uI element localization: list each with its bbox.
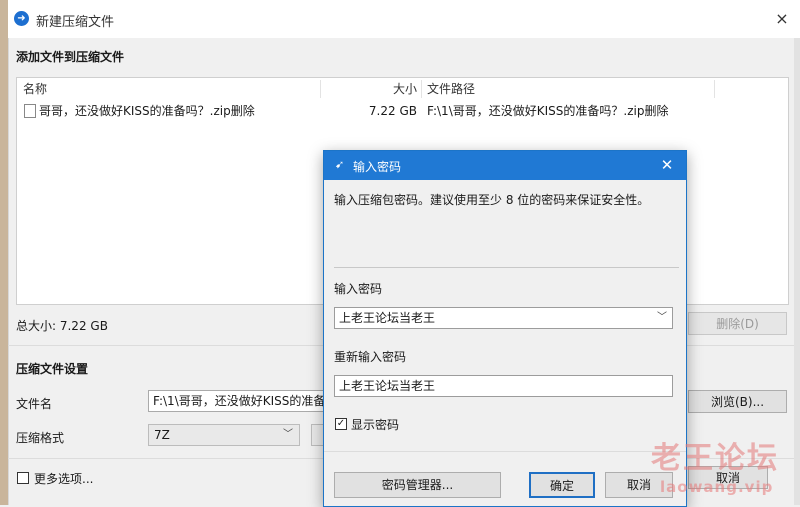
file-row-path: F:\1\哥哥，还没做好KISS的准备吗？.zip删除 [427, 104, 669, 118]
browse-button[interactable]: 浏览(B)... [688, 390, 787, 413]
filename-label: 文件名 [16, 397, 53, 411]
more-options-label[interactable]: 更多选项... [34, 470, 93, 487]
format-label: 压缩格式 [16, 431, 65, 445]
column-name[interactable]: 名称 [23, 78, 47, 100]
background-strip [0, 0, 8, 505]
column-separator [421, 80, 422, 98]
filename-input[interactable]: F:\1\哥哥，还没做好KISS的准备吗？.zip删除 [148, 390, 328, 412]
total-size: 总大小: 7.22 GB [16, 319, 108, 333]
file-icon [24, 104, 36, 118]
app-icon: ➜ [14, 11, 29, 26]
file-row-name[interactable]: 哥哥，还没做好KISS的准备吗？.zip删除 [39, 102, 255, 120]
column-path[interactable]: 文件路径 [427, 78, 475, 100]
reenter-password-input[interactable]: 上老王论坛当老王 [334, 375, 673, 397]
chevron-down-icon: ﹀ [283, 429, 293, 440]
password-input[interactable]: 上老王论坛当老王 ﹀ [334, 307, 673, 329]
show-password-label[interactable]: 显示密码 [351, 416, 399, 433]
dialog-footer-divider [324, 451, 686, 452]
dialog-description: 输入压缩包密码。建议使用至少 8 位的密码来保证安全性。 [334, 193, 650, 207]
password-label: 输入密码 [334, 282, 383, 296]
reenter-label: 重新输入密码 [334, 350, 407, 364]
close-icon[interactable]: × [770, 7, 794, 31]
settings-section-title: 压缩文件设置 [16, 362, 89, 376]
watermark-title: 老王论坛 [651, 441, 779, 476]
format-select[interactable]: 7Z ﹀ [148, 424, 300, 446]
window-edge [794, 38, 800, 505]
ok-button[interactable]: 确定 [529, 472, 595, 498]
more-options-checkbox[interactable] [17, 472, 29, 484]
column-size[interactable]: 大小 [321, 78, 417, 100]
dialog-title: 输入密码 [353, 160, 402, 174]
delete-button[interactable]: 删除(D) [688, 312, 787, 335]
chevron-down-icon[interactable]: ﹀ [657, 308, 667, 328]
window-title: 新建压缩文件 [36, 15, 115, 30]
password-manager-button[interactable]: 密码管理器... [334, 472, 501, 498]
file-row-size: 7.22 GB [368, 104, 417, 118]
show-password-checkbox[interactable]: ✓ [335, 418, 347, 430]
dialog-close-icon[interactable]: ✕ [656, 154, 678, 176]
column-separator [714, 80, 715, 98]
watermark-url: laowang.vip [660, 478, 774, 496]
password-dialog: ➹ 输入密码 ✕ 输入压缩包密码。建议使用至少 8 位的密码来保证安全性。 输入… [323, 150, 687, 507]
files-section-title: 添加文件到压缩文件 [16, 50, 125, 64]
password-value: 上老王论坛当老王 [339, 311, 436, 325]
dialog-divider [334, 267, 679, 268]
lock-icon: ➹ [335, 158, 345, 171]
main-titlebar [8, 0, 800, 38]
format-value: 7Z [154, 428, 170, 442]
